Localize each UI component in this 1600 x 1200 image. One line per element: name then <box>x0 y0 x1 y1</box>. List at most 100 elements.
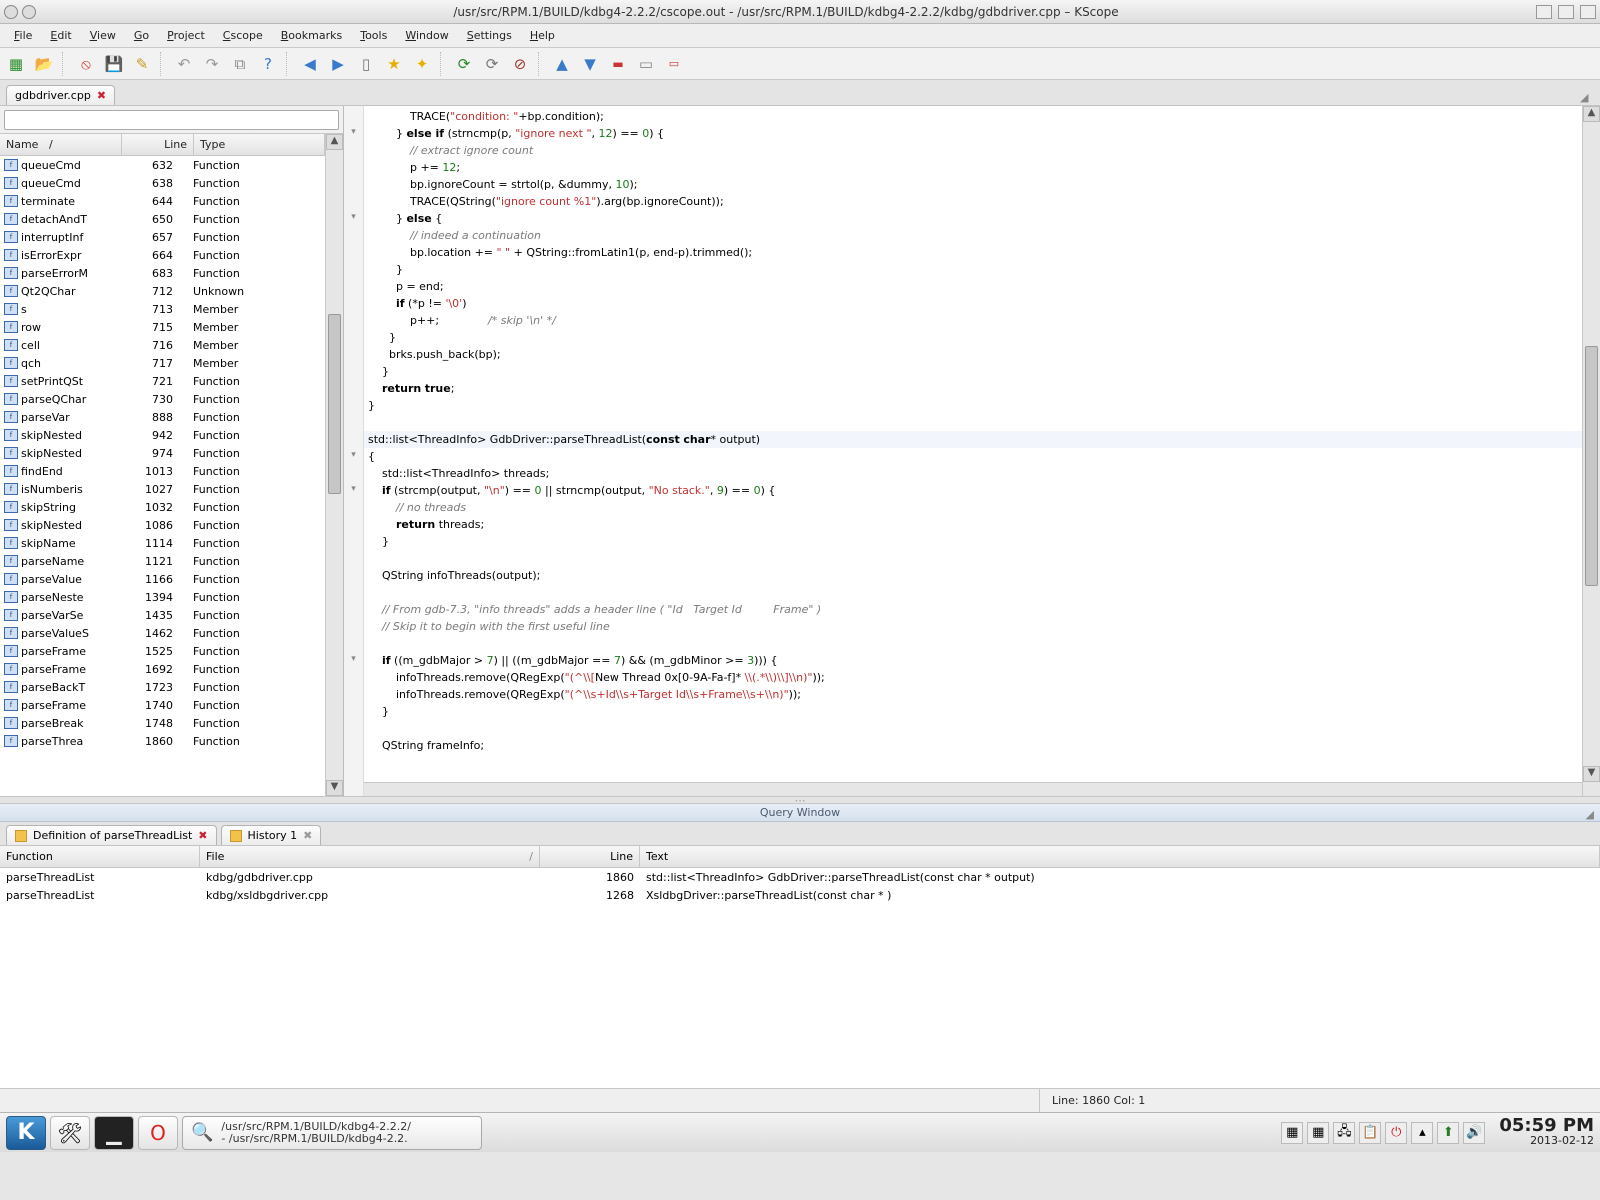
symbol-row[interactable]: fqueueCmd638Function <box>0 174 325 192</box>
cancel-button[interactable]: ⊘ <box>508 52 532 76</box>
symbol-row[interactable]: fparseFrame1525Function <box>0 642 325 660</box>
fold-marker[interactable] <box>344 344 363 361</box>
symbol-row[interactable]: fparseFrame1740Function <box>0 696 325 714</box>
symbol-row[interactable]: fskipNested1086Function <box>0 516 325 534</box>
symbol-row[interactable]: fparseFrame1692Function <box>0 660 325 678</box>
fold-marker[interactable] <box>344 378 363 395</box>
fold-marker[interactable] <box>344 157 363 174</box>
symbol-row[interactable]: fparseName1121Function <box>0 552 325 570</box>
menu-tools[interactable]: Tools <box>352 26 395 45</box>
scroll-up-icon[interactable]: ▲ <box>1583 106 1600 122</box>
fold-marker[interactable] <box>344 497 363 514</box>
query-row[interactable]: parseThreadListkdbg/gdbdriver.cpp1860std… <box>0 868 1600 886</box>
bookmark-list-button[interactable]: ▯ <box>354 52 378 76</box>
open-button[interactable]: 📂 <box>32 52 56 76</box>
editor-hscrollbar[interactable] <box>364 782 1582 796</box>
symbol-row[interactable]: fisErrorExpr664Function <box>0 246 325 264</box>
fold-marker[interactable]: ▾ <box>344 446 363 463</box>
fold-marker[interactable] <box>344 633 363 650</box>
symbol-row[interactable]: fqueueCmd632Function <box>0 156 325 174</box>
fold-marker[interactable] <box>344 276 363 293</box>
fold-marker[interactable] <box>344 293 363 310</box>
scroll-down-icon[interactable]: ▼ <box>326 780 343 796</box>
symbol-row[interactable]: fparseBackT1723Function <box>0 678 325 696</box>
fold-marker[interactable]: ▾ <box>344 650 363 667</box>
fold-marker[interactable] <box>344 191 363 208</box>
tab-overflow-icon[interactable]: ◢ <box>1580 91 1594 105</box>
code-body[interactable]: TRACE("condition: "+bp.condition); } els… <box>364 106 1582 796</box>
symbol-row[interactable]: frow715Member <box>0 318 325 336</box>
updates-icon[interactable]: ⬆ <box>1437 1122 1459 1144</box>
fold-marker[interactable] <box>344 327 363 344</box>
symbol-row[interactable]: fparseQChar730Function <box>0 390 325 408</box>
bookmark-new-button[interactable]: ✦ <box>410 52 434 76</box>
query-header[interactable]: Function File/ Line Text <box>0 846 1600 868</box>
menu-cscope[interactable]: Cscope <box>215 26 271 45</box>
fold-marker[interactable] <box>344 361 363 378</box>
nav-back-button[interactable]: ◀ <box>298 52 322 76</box>
symbol-row[interactable]: fskipString1032Function <box>0 498 325 516</box>
symbol-row[interactable]: finterruptInf657Function <box>0 228 325 246</box>
split-close-button[interactable]: ▭ <box>662 52 686 76</box>
terminal-launcher[interactable]: ▁ <box>94 1116 134 1150</box>
scroll-down-icon[interactable]: ▼ <box>1583 766 1600 782</box>
symbol-row[interactable]: fparseVar888Function <box>0 408 325 426</box>
fold-marker[interactable] <box>344 701 363 718</box>
clipboard-icon[interactable]: 📋 <box>1359 1122 1381 1144</box>
col-line[interactable]: Line <box>540 846 640 867</box>
fold-marker[interactable] <box>344 395 363 412</box>
fold-marker[interactable] <box>344 565 363 582</box>
network-icon[interactable]: 🖧 <box>1333 1122 1355 1144</box>
query-row[interactable]: parseThreadListkdbg/xsldbgdriver.cpp1268… <box>0 886 1600 904</box>
menu-edit[interactable]: Edit <box>42 26 79 45</box>
symbol-row[interactable]: fsetPrintQSt721Function <box>0 372 325 390</box>
close-tab-icon[interactable]: ✖ <box>198 829 207 842</box>
fold-marker[interactable] <box>344 106 363 123</box>
fold-marker[interactable] <box>344 582 363 599</box>
symbol-row[interactable]: fparseNeste1394Function <box>0 588 325 606</box>
editor-scrollbar[interactable]: ▲ ▼ <box>1582 106 1600 796</box>
redo-button[interactable]: ↷ <box>200 52 224 76</box>
symbol-row[interactable]: fparseErrorM683Function <box>0 264 325 282</box>
symbol-list[interactable]: fqueueCmd632FunctionfqueueCmd638Function… <box>0 156 325 796</box>
symbol-row[interactable]: ffindEnd1013Function <box>0 462 325 480</box>
fold-marker[interactable] <box>344 140 363 157</box>
remove-button[interactable]: ▬ <box>606 52 630 76</box>
tray-expand-icon[interactable]: ▴ <box>1411 1122 1433 1144</box>
symbol-row[interactable]: fparseVarSe1435Function <box>0 606 325 624</box>
opera-launcher[interactable]: O <box>138 1116 178 1150</box>
fold-marker[interactable] <box>344 259 363 276</box>
col-file[interactable]: File/ <box>200 846 540 867</box>
query-tab-definition[interactable]: Definition of parseThreadList ✖ <box>6 825 217 845</box>
go-up-button[interactable]: ▲ <box>550 52 574 76</box>
power-icon[interactable]: ⏻ <box>1385 1122 1407 1144</box>
symbol-row[interactable]: fisNumberis1027Function <box>0 480 325 498</box>
new-button[interactable]: ▦ <box>4 52 28 76</box>
window-menu-icon[interactable] <box>4 5 36 19</box>
taskbar-task-kscope[interactable]: 🔍 /usr/src/RPM.1/BUILD/kdbg4-2.2.2/ - /u… <box>182 1116 482 1150</box>
col-function[interactable]: Function <box>0 846 200 867</box>
fold-marker[interactable] <box>344 174 363 191</box>
undo-button[interactable]: ↶ <box>172 52 196 76</box>
split-v-button[interactable]: ▭ <box>634 52 658 76</box>
fold-marker[interactable] <box>344 599 363 616</box>
symbol-row[interactable]: fQt2QChar712Unknown <box>0 282 325 300</box>
fold-marker[interactable] <box>344 310 363 327</box>
symbol-row[interactable]: fskipNested974Function <box>0 444 325 462</box>
fold-marker[interactable] <box>344 548 363 565</box>
symbol-row[interactable]: fterminate644Function <box>0 192 325 210</box>
go-down-button[interactable]: ▼ <box>578 52 602 76</box>
symbol-row[interactable]: fparseValue1166Function <box>0 570 325 588</box>
menu-bookmarks[interactable]: Bookmarks <box>273 26 350 45</box>
symbol-row[interactable]: fskipNested942Function <box>0 426 325 444</box>
settings-launcher[interactable]: 🛠 <box>50 1116 90 1150</box>
menu-project[interactable]: Project <box>159 26 213 45</box>
code-editor[interactable]: ▾▾▾▾▾ TRACE("condition: "+bp.condition);… <box>344 106 1600 796</box>
symbol-row[interactable]: fskipName1114Function <box>0 534 325 552</box>
fold-marker[interactable] <box>344 225 363 242</box>
help-button[interactable]: ? <box>256 52 280 76</box>
fold-marker[interactable]: ▾ <box>344 123 363 140</box>
symbol-filter-input[interactable] <box>4 110 339 130</box>
volume-icon[interactable]: 🔊 <box>1463 1122 1485 1144</box>
symbol-scrollbar[interactable]: ▲ ▼ <box>325 134 343 796</box>
